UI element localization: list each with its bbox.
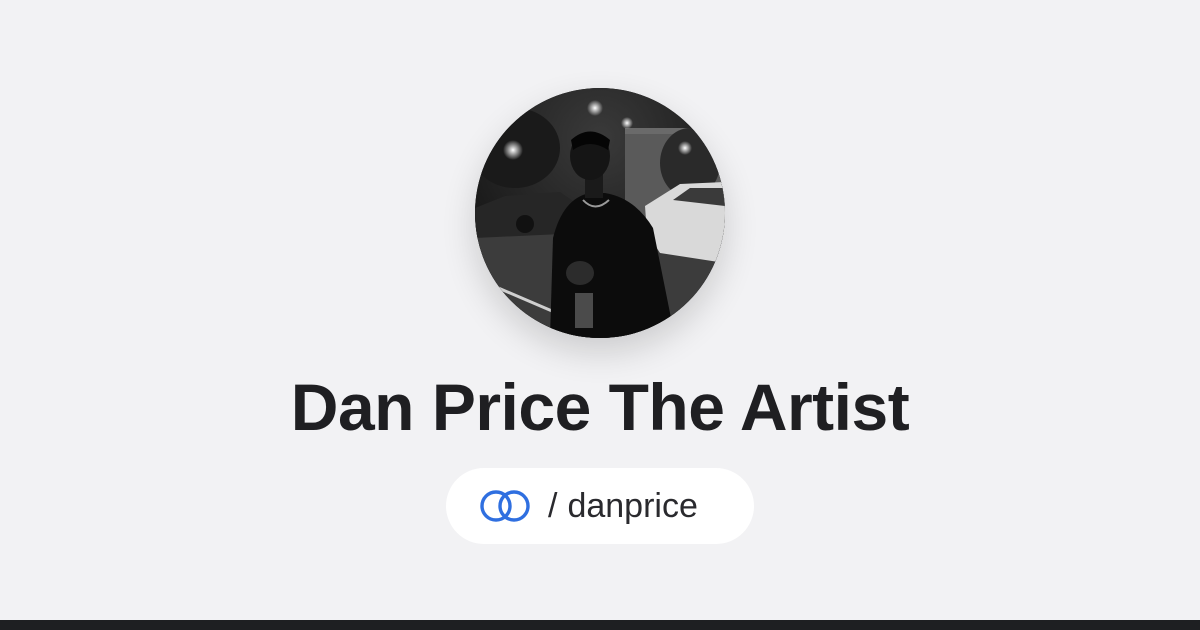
avatar (475, 88, 725, 338)
profile-handle-link[interactable]: / danprice (446, 468, 754, 544)
profile-card: Dan Price The Artist / danprice (0, 0, 1200, 620)
profile-handle: danprice (567, 487, 698, 525)
avatar-photo (475, 88, 725, 338)
linked-circles-icon (478, 489, 536, 523)
handle-separator: / (548, 487, 558, 525)
bottom-bar (0, 620, 1200, 630)
profile-display-name: Dan Price The Artist (290, 370, 910, 444)
